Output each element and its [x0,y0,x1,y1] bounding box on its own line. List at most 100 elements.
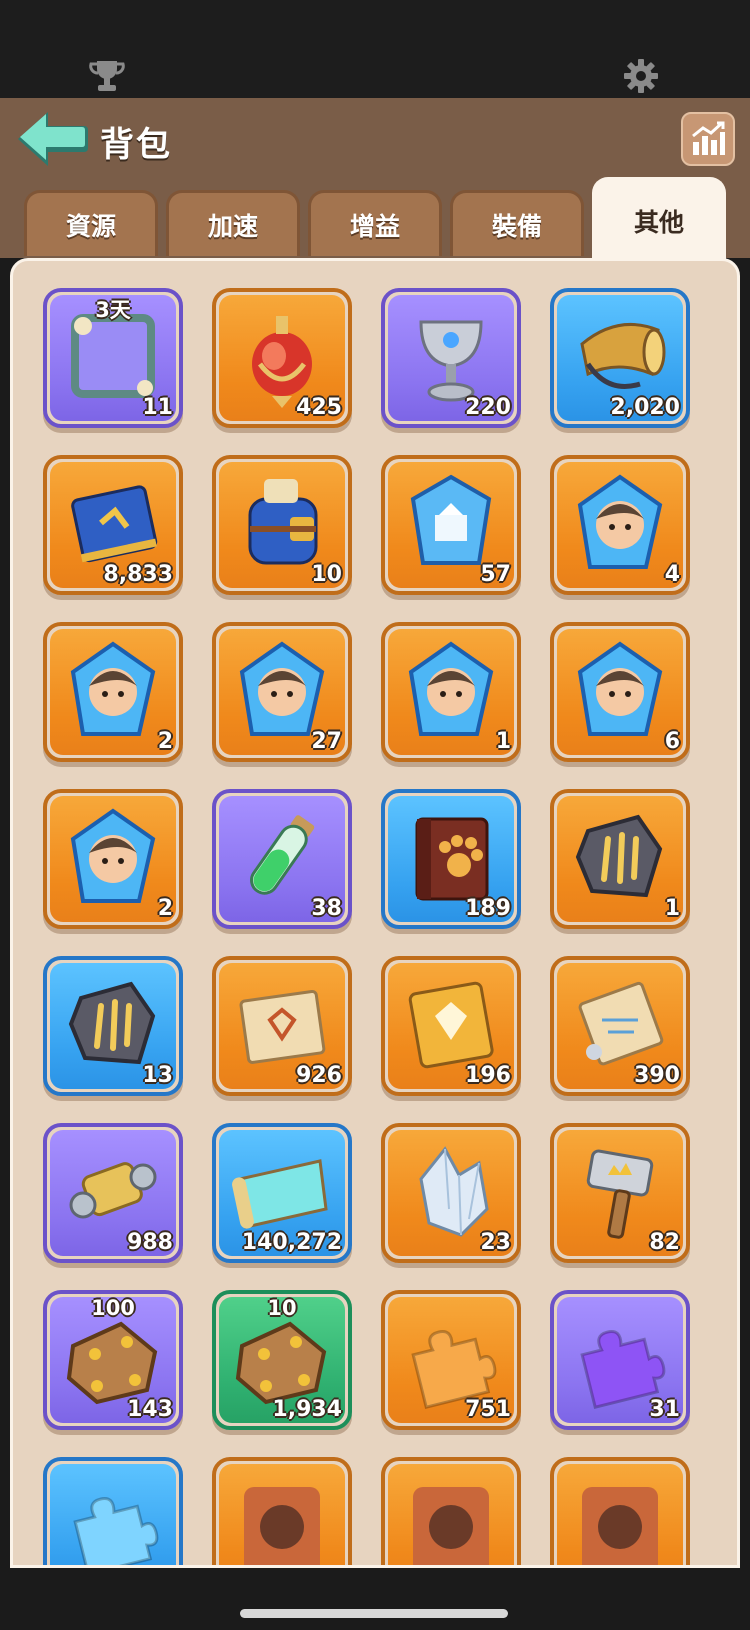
inventory-item-gem-book[interactable]: 196 [381,956,521,1096]
item-count: 1,934 [272,1397,342,1422]
scroll-icon [239,990,326,1064]
item-count: 23 [480,1230,511,1255]
item-count: 425 [296,395,342,420]
inventory-item-pet-book[interactable]: 189 [381,789,521,929]
item-count: 27 [311,729,342,754]
gold-book-icon [408,981,494,1069]
tab-resources[interactable]: 資源 [24,190,158,256]
inventory-item-hero-shard-woman[interactable]: 4 [550,455,690,595]
inventory-item-claw-stone-gold[interactable]: 1 [550,789,690,929]
tab-label: 資源 [65,211,116,241]
hero-shard-icon [408,641,494,736]
item-count: 57 [480,562,511,587]
item-count: 926 [296,1063,342,1088]
inventory-item-partial-orange-2[interactable] [381,1457,521,1565]
item-count: 2,020 [610,395,680,420]
portrait-icon [582,1487,658,1565]
item-count: 196 [465,1063,511,1088]
portrait-icon [413,1487,489,1565]
inventory-item-cyan-scroll[interactable]: 140,272 [212,1123,352,1263]
inventory-item-hero-shard-old-man[interactable]: 2 [43,622,183,762]
item-count: 189 [465,896,511,921]
item-count: 751 [465,1397,511,1422]
item-count: 1 [495,729,511,754]
portrait-icon [244,1487,320,1565]
inventory-item-silver-chalice[interactable]: 220 [381,288,521,428]
hammer-icon [586,1149,654,1239]
blueprint-icon [578,981,664,1066]
inventory-item-blueprint-scroll[interactable]: 390 [550,956,690,1096]
inventory-item-hero-shard-princess[interactable]: 6 [550,622,690,762]
stats-button[interactable] [681,112,735,166]
back-button[interactable] [14,108,90,170]
inventory-item-war-horn[interactable]: 2,020 [550,288,690,428]
book-icon [71,485,158,563]
inventory-item-partial-orange-3[interactable] [550,1457,690,1565]
leather-icon [235,1321,327,1405]
item-count: 143 [127,1397,173,1422]
inventory-item-crown-hammer[interactable]: 82 [550,1123,690,1263]
page-title: 背包 [100,125,172,165]
inventory-item-partial-orange-1[interactable] [212,1457,352,1565]
horn-icon [580,323,666,389]
inventory-panel: 3天 11 425 220 2,020 8,833 10 57 4 2 27 1 6 2 38 189 1 13 9… [10,258,740,1568]
arrow-left-icon [18,112,88,166]
item-count: 988 [127,1230,173,1255]
inventory-item-hero-shard-dwarf[interactable]: 27 [212,622,352,762]
trophy-icon[interactable] [85,56,129,96]
claw-stone-icon [68,981,156,1065]
inventory-item-crystal-ore[interactable]: 23 [381,1123,521,1263]
bottom-bar [0,1568,750,1630]
inventory-item-hero-shard-silver-hair[interactable]: 1 [381,622,521,762]
item-count: 8,833 [103,562,173,587]
tab-label: 增益 [349,211,400,241]
inventory-item-avatar-frame[interactable]: 3天 11 [43,288,183,428]
hero-shard-icon [577,474,663,569]
tab-boost[interactable]: 增益 [308,190,442,256]
inventory-item-hero-crest[interactable]: 57 [381,455,521,595]
flask-icon [252,316,312,408]
inventory-item-hero-shard-captain[interactable]: 2 [43,789,183,929]
hero-shard-icon [70,808,156,903]
puzzle-icon [580,1330,666,1410]
bar-chart-icon [692,121,725,155]
item-count: 82 [649,1230,680,1255]
home-indicator[interactable] [240,1609,508,1618]
inventory-item-potion-flask[interactable]: 425 [212,288,352,428]
item-tag: 10 [267,1296,297,1320]
map-icon [232,1159,328,1229]
item-count: 390 [634,1063,680,1088]
item-count: 4 [664,562,680,587]
inventory-item-leather-100[interactable]: 100 143 [43,1290,183,1430]
inventory-item-gem-scroll[interactable]: 926 [212,956,352,1096]
hero-shard-icon [239,641,325,736]
backpack-icon [248,479,318,565]
tab-other[interactable]: 其他 [592,177,726,261]
test-tube-icon [250,815,315,895]
tab-equipment[interactable]: 裝備 [450,190,584,256]
tab-label: 其他 [633,207,684,237]
inventory-item-puzzle-purple[interactable]: 31 [550,1290,690,1430]
item-tag: 3天 [95,298,131,322]
inventory-item-skill-book[interactable]: 8,833 [43,455,183,595]
claw-stone-icon [575,814,663,898]
item-count: 2 [157,896,173,921]
inventory-item-leather-10[interactable]: 10 1,934 [212,1290,352,1430]
inventory-item-backpack[interactable]: 10 [212,455,352,595]
item-count: 13 [142,1063,173,1088]
inventory-item-partial-blue[interactable] [43,1457,183,1565]
item-count: 31 [649,1397,680,1422]
inventory-item-claw-stone-silver[interactable]: 13 [43,956,183,1096]
tab-label: 裝備 [491,211,542,241]
inventory-item-green-potion[interactable]: 38 [212,789,352,929]
item-count: 1 [664,896,680,921]
hero-shard-icon [70,641,156,736]
item-count: 10 [311,562,342,587]
inventory-item-puzzle-orange[interactable]: 751 [381,1290,521,1430]
paw-book-icon [415,817,489,901]
crest-icon [410,474,492,565]
inventory-item-gold-thread[interactable]: 988 [43,1123,183,1263]
tab-speedup[interactable]: 加速 [166,190,300,256]
gear-icon[interactable] [619,56,663,96]
puzzle-icon [73,1497,159,1565]
